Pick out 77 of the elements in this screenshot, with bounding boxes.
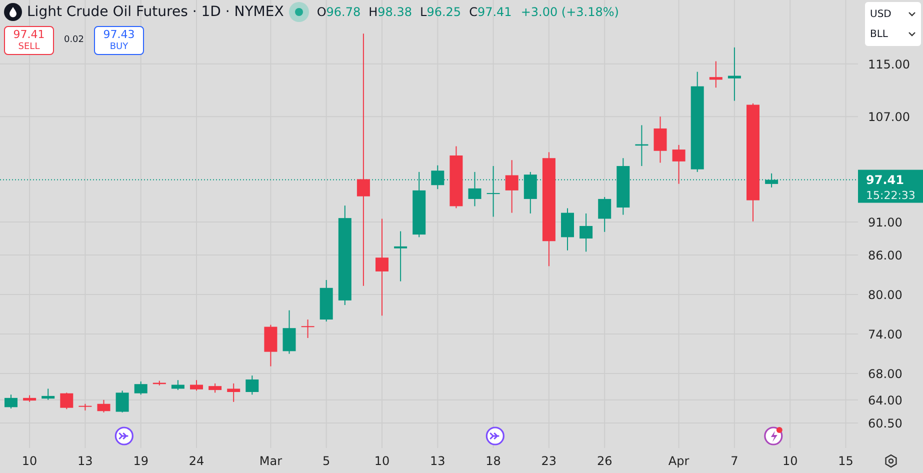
candle (190, 380, 203, 392)
candle (4, 394, 18, 409)
price-label: 60.50 (868, 416, 902, 430)
date-label: 18 (486, 454, 501, 468)
date-label: 10 (22, 454, 38, 468)
candle (580, 212, 593, 252)
candle (246, 375, 259, 396)
candle (394, 230, 408, 282)
candle (78, 403, 92, 411)
candle (561, 208, 574, 251)
candle (654, 116, 667, 164)
candle (728, 46, 741, 102)
change-value: +3.00 (+3.18%) (520, 5, 619, 19)
candle (598, 196, 612, 232)
unit-dropdown[interactable]: USD (865, 4, 921, 24)
symbol-title: Light Crude Oil Futures · 1D · NYMEX (27, 4, 284, 20)
settings-icon[interactable] (882, 452, 898, 468)
candle (709, 60, 722, 88)
buy-button[interactable]: 97.43 BUY (94, 26, 144, 55)
candle (171, 380, 184, 391)
date-label: 13 (78, 454, 93, 468)
date-label: 23 (541, 454, 557, 468)
price-label: 64.00 (868, 393, 902, 408)
date-label: 15 (838, 454, 854, 468)
candle (450, 146, 463, 209)
date-label: Mar (259, 454, 282, 468)
date-label: 24 (188, 454, 204, 468)
candle (320, 280, 333, 322)
date-label: 7 (730, 454, 738, 468)
date-label: 10 (374, 454, 390, 468)
lightning-icon[interactable] (764, 426, 783, 446)
candle (134, 380, 148, 396)
ohlc-value: H98.38 (368, 5, 412, 19)
price-label: 115.00 (868, 57, 910, 72)
date-label: Apr (668, 454, 690, 468)
candle (60, 392, 74, 410)
price-label: 107.00 (868, 110, 910, 124)
candle (505, 160, 518, 214)
candle (635, 124, 648, 167)
price-label: 68.00 (868, 367, 902, 382)
ohlc-value: C97.41 (469, 5, 512, 19)
sell-button[interactable]: 97.41 SELL (4, 26, 54, 55)
caret-icon (908, 11, 916, 17)
candle (227, 382, 240, 402)
candle (23, 394, 36, 402)
price-label: 80.00 (868, 288, 902, 302)
ohlc-value: O96.78 (316, 5, 361, 19)
candle (412, 171, 426, 238)
candle (616, 158, 630, 216)
candle (524, 171, 537, 214)
candle (116, 390, 129, 413)
candle (672, 144, 686, 184)
candle (468, 171, 482, 207)
date-label: 26 (596, 454, 612, 468)
candle (765, 172, 778, 188)
date-label: 19 (133, 454, 148, 468)
price-label: 86.00 (868, 248, 902, 262)
caret-icon (908, 31, 916, 37)
candle (97, 399, 110, 413)
date-label: 13 (430, 454, 446, 468)
date-label: 10 (782, 454, 798, 468)
price-tag: 97.41 15:22:33 (858, 170, 923, 203)
spread-value: 0.02 (62, 35, 86, 46)
candle (42, 388, 55, 400)
candle (152, 380, 166, 386)
price-label: 74.00 (868, 328, 902, 342)
candle (486, 166, 500, 218)
unit-dropdown[interactable]: BLL (865, 24, 921, 44)
candle (431, 164, 444, 190)
price-label: 91.00 (868, 216, 902, 230)
drop-icon (4, 3, 22, 21)
candle (264, 324, 278, 367)
date-label: 5 (322, 454, 330, 468)
candle (282, 310, 296, 354)
candle (301, 319, 314, 338)
candle (208, 382, 222, 394)
ohlc-value: L96.25 (420, 5, 462, 19)
